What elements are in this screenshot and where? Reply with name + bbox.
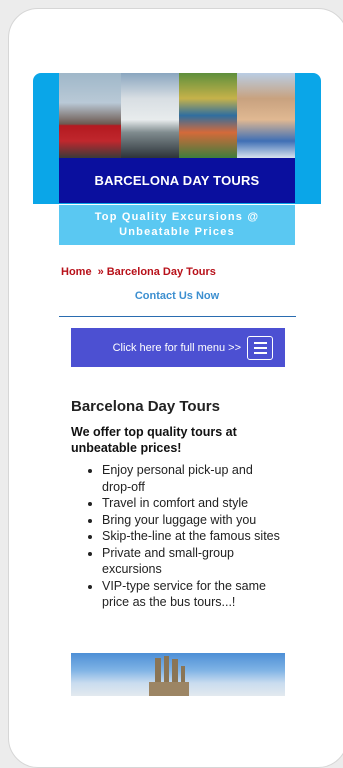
list-item: Enjoy personal pick-up and drop-off [102,462,285,495]
site-header: BARCELONA DAY TOURS [33,73,321,204]
hamburger-menu-icon[interactable] [247,335,273,360]
site-tagline: Top Quality Excursions @ Unbeatable Pric… [59,205,295,245]
photo-tourists [237,73,295,158]
full-menu-label: Click here for full menu >> [112,341,241,354]
divider [59,316,296,317]
photo-park-guell [179,73,237,158]
site-title[interactable]: BARCELONA DAY TOURS [59,158,295,203]
breadcrumb: Home » Barcelona Day Tours [61,266,216,278]
feature-list: Enjoy personal pick-up and drop-off Trav… [71,462,285,611]
page-subheading: We offer top quality tours at unbeatable… [71,425,237,455]
tagline-line-2: Unbeatable Prices [119,226,235,238]
list-item: Travel in comfort and style [102,495,285,512]
sagrada-familia-image [71,653,285,696]
tagline-line-1: Top Quality Excursions @ [94,211,260,223]
photo-van [59,73,121,158]
list-item: VIP-type service for the same price as t… [102,578,285,611]
contact-us-link[interactable]: Contact Us Now [59,290,295,302]
list-item: Skip-the-line at the famous sites [102,528,285,545]
breadcrumb-home-link[interactable]: Home [61,266,92,278]
header-photo-collage [59,73,295,158]
main-content: Barcelona Day Tours We offer top quality… [71,398,285,611]
list-item: Bring your luggage with you [102,512,285,529]
breadcrumb-separator: » [97,266,104,278]
photo-cruise-ship [121,73,179,158]
page-heading: Barcelona Day Tours [71,398,220,415]
list-item: Private and small-group excursions [102,545,285,578]
full-menu-button[interactable]: Click here for full menu >> [71,328,285,367]
breadcrumb-current: Barcelona Day Tours [106,266,216,278]
